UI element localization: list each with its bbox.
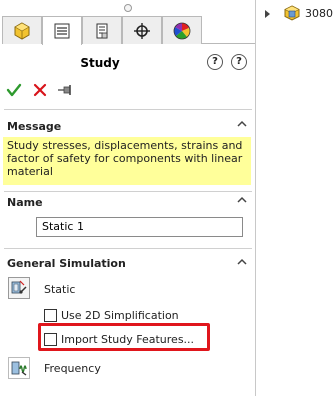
frequency-study-button[interactable]: [8, 357, 30, 379]
tab-dimxpert[interactable]: [122, 16, 162, 44]
study-name-field[interactable]: Static 1: [36, 217, 243, 237]
panel-tab-strip: [2, 16, 256, 45]
checkmark-icon: [6, 83, 22, 97]
name-section-header-placeholder: [0, 168, 256, 188]
pin-icon: [58, 85, 71, 95]
tab-property-manager[interactable]: [42, 16, 82, 45]
close-icon: [33, 83, 47, 97]
whats-wrong-help-icon[interactable]: ?: [231, 54, 247, 70]
static-label: Static: [44, 283, 76, 296]
section-divider: [4, 248, 252, 249]
tab-display-manager[interactable]: [162, 16, 202, 44]
help-icon[interactable]: ?: [207, 54, 223, 70]
chevron-up-icon[interactable]: [236, 256, 248, 268]
frequency-study-icon: [11, 361, 27, 376]
message-section-title: Message: [7, 120, 62, 133]
action-buttons: [4, 80, 104, 100]
name-section-header[interactable]: Name: [0, 194, 256, 214]
assembly-icon: [284, 5, 300, 21]
chevron-up-icon[interactable]: [236, 118, 248, 130]
name-section-title: Name: [7, 196, 43, 209]
color-wheel-icon: [173, 22, 191, 39]
configuration-icon: [96, 23, 108, 38]
crosshair-icon: [134, 22, 150, 39]
annotation-highlight-box: [38, 323, 210, 351]
static-study-button[interactable]: [8, 277, 30, 299]
section-divider: [4, 191, 252, 192]
panel-title-row: Study ? ?: [0, 52, 256, 74]
message-section-header[interactable]: Message: [0, 116, 256, 136]
frequency-label: Frequency: [44, 362, 101, 375]
feature-tree-area: 3080 -: [256, 0, 334, 396]
tab-feature-manager[interactable]: [2, 16, 42, 44]
tab-configuration-manager[interactable]: [82, 16, 122, 44]
panel-grip-handle[interactable]: [124, 4, 132, 12]
static-study-icon: [11, 280, 27, 294]
chevron-up-icon[interactable]: [236, 194, 248, 206]
expand-arrow-icon[interactable]: [265, 10, 270, 18]
ok-button[interactable]: [4, 80, 24, 100]
panel-title: Study: [80, 56, 120, 70]
property-list-icon: [54, 23, 70, 39]
use-2d-simplification-checkbox[interactable]: [44, 309, 57, 322]
property-manager-panel: Study ? ? Message Study stresses, displa…: [0, 0, 256, 396]
tree-item-label[interactable]: 3080 -: [305, 7, 334, 20]
use-2d-simplification-label[interactable]: Use 2D Simplification: [61, 309, 179, 322]
cancel-button[interactable]: [30, 80, 50, 100]
general-simulation-section-header[interactable]: General Simulation: [0, 253, 256, 273]
pin-button[interactable]: [56, 80, 76, 100]
section-divider: [4, 109, 252, 110]
part-icon: [14, 21, 30, 40]
general-simulation-section-title: General Simulation: [7, 257, 126, 270]
